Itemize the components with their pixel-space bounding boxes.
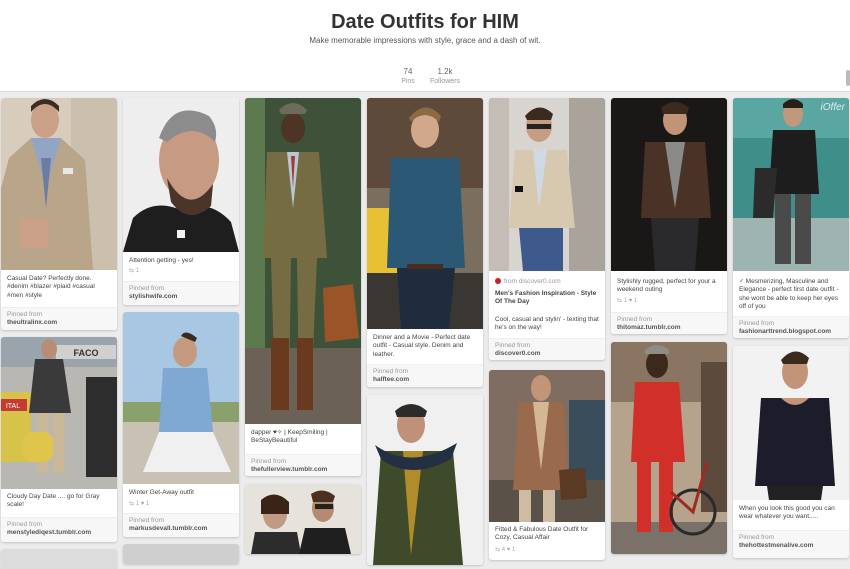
pin-image[interactable] [611,98,727,271]
pin-image[interactable] [611,342,727,554]
followers-label: Followers [430,78,460,85]
pin-card[interactable]: When you look this good you can wear wha… [733,346,849,558]
pin-attribution[interactable]: Pinned from halftee.com [367,364,483,387]
pin-attribution[interactable]: Pinned from fashionarttrend.blogspot.com [733,316,849,338]
pin-card[interactable]: iOffer ♂ Mesmerizing, Masculine and Eleg… [733,98,849,338]
pin-rich-title[interactable]: Men's Fashion Inspiration - Style Of The… [495,290,600,307]
pinned-from-label: Pinned from [373,368,409,375]
pin-source[interactable]: thitomaz.tumblr.com [617,324,681,331]
pin-card[interactable]: dapper ♥✧ | KeepSmiling | BeStayBeautifu… [245,98,361,476]
pin-card[interactable]: Winter Get-Away outfit ⇆ 1 ♥ 1 Pinned fr… [123,312,239,537]
header-divider [0,91,850,92]
pin-image[interactable] [367,395,483,565]
pin-description: Dinner and a Movie - Perfect date outfit… [373,334,471,358]
pin-card[interactable] [611,342,727,554]
pin-card[interactable] [1,549,117,569]
pin-description: dapper ♥✧ | KeepSmiling | BeStayBeautifu… [251,429,328,445]
pin-source[interactable]: markusdevall.tumblr.com [129,525,207,532]
pin-description: Casual Date? Perfectly done. #denim #bla… [7,275,95,299]
pin-attribution[interactable]: Pinned from stylishwife.com [123,281,239,305]
pin-description: Winter Get-Away outfit [129,489,194,496]
pin-image[interactable]: FACO ITAL [1,337,117,489]
pin-description: ♂ Mesmerizing, Masculine and Elegance - … [739,278,839,311]
pin-card[interactable]: Casual Date? Perfectly done. #denim #bla… [1,98,117,330]
pin-card[interactable]: Stylishly rugged, perfect for your a wee… [611,98,727,334]
pin-image[interactable] [489,370,605,522]
source-favicon-icon [495,278,501,285]
pin-attribution[interactable]: Pinned from thitomaz.tumblr.com [611,312,727,334]
pinned-from-label: Pinned from [251,458,287,465]
pin-image[interactable]: iOffer [733,98,849,271]
pin-source[interactable]: halftee.com [373,376,409,383]
pin-description: When you look this good you can wear wha… [739,505,835,521]
pin-image[interactable] [123,312,239,484]
pin-attribution[interactable]: Pinned from thefullerview.tumblr.com [245,454,361,476]
pin-source[interactable]: thehottestmenalive.com [739,542,813,549]
pin-image[interactable] [123,98,239,252]
pin-attribution[interactable]: Pinned from thehottestmenalive.com [733,530,849,558]
pin-image[interactable] [245,484,361,554]
pinned-from-label: Pinned from [739,534,775,541]
pin-attribution[interactable]: Pinned from menstylediqest.tumblr.com [1,517,117,542]
pin-image[interactable] [1,549,117,569]
pin-description: Fitted & Fabulous Date Outfit for Cozy, … [495,526,589,542]
pin-attribution[interactable]: Pinned from theultralinx.com [1,307,117,330]
pin-image[interactable] [123,544,239,564]
pin-description: Cloudy Day Date .... go for Gray scale! [7,493,100,509]
pin-from-text: from discover0.com [504,278,561,285]
pinned-from-label: Pinned from [617,316,653,323]
pin-attribution[interactable]: Pinned from discover0.com [489,338,605,360]
pin-image[interactable] [489,98,605,271]
pin-source[interactable]: stylishwife.com [129,293,177,300]
pinned-from-label: Pinned from [7,311,43,318]
pin-description: Attention getting - yes! [129,257,194,264]
pin-source[interactable]: discover0.com [495,350,541,357]
followers-count: 1.2k [437,67,453,76]
watermark-text: iOffer [821,102,846,113]
pin-source[interactable]: thefullerview.tumblr.com [251,466,327,473]
pinned-from-label: Pinned from [739,320,775,327]
pin-attribution[interactable]: Pinned from markusdevall.tumblr.com [123,513,239,537]
pin-image[interactable] [245,98,361,424]
pin-source-attribution[interactable]: from discover0.com [495,278,561,285]
pin-repin-count: ⇆ 1 ♥ 1 [617,298,638,304]
pin-card[interactable] [123,544,239,564]
pin-image[interactable] [367,98,483,329]
scrollbar[interactable] [846,70,850,86]
pin-image[interactable] [733,346,849,500]
pin-image[interactable] [1,98,117,270]
pin-card[interactable]: Attention getting - yes! ⇆ 1 Pinned from… [123,98,239,305]
board-header: Date Outfits for HIM Make memorable impr… [0,0,850,92]
sign-text: FACO [73,348,98,358]
board-description: Make memorable impressions with style, g… [309,36,541,45]
board-title: Date Outfits for HIM [331,11,519,33]
pin-card[interactable]: from discover0.com Men's Fashion Inspira… [489,98,605,360]
pin-repin-count: ⇆ 1 ♥ 1 [129,501,150,507]
pin-repin-count: ⇆ 1 [129,268,140,274]
pinned-from-label: Pinned from [129,285,165,292]
followers-count-stat[interactable]: 1.2k Followers [415,67,475,86]
pin-description: Stylishly rugged, perfect for your a wee… [617,278,716,294]
pin-card[interactable] [367,395,483,565]
pinned-from-label: Pinned from [129,517,165,524]
pin-description: Cool, casual and stylin' - texting that … [495,316,599,332]
pin-card[interactable]: FACO ITAL Cloudy Day Date .... go for Gr… [1,337,117,542]
pinned-from-label: Pinned from [7,521,43,528]
pin-card[interactable]: Dinner and a Movie - Perfect date outfit… [367,98,483,387]
pin-source[interactable]: theultralinx.com [7,319,57,326]
pin-source[interactable]: menstylediqest.tumblr.com [7,529,91,536]
pin-source[interactable]: fashionarttrend.blogspot.com [739,328,831,335]
sign-text-2: ITAL [6,403,20,410]
pinned-from-label: Pinned from [495,342,531,349]
pin-card[interactable]: Fitted & Fabulous Date Outfit for Cozy, … [489,370,605,560]
pin-card[interactable] [245,484,361,554]
